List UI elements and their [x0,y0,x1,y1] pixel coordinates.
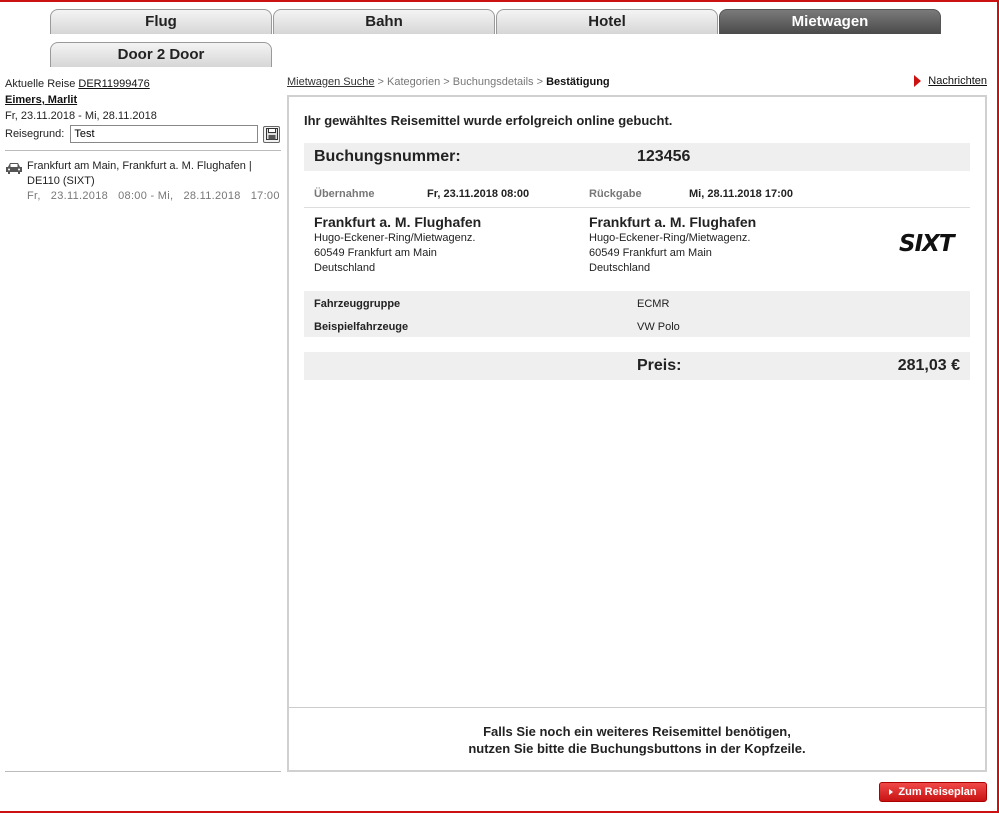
booking-number-row: Buchungsnummer: 123456 [304,143,970,171]
trip-sidebar: Aktuelle Reise DER11999476 Eimers, Marli… [5,76,281,204]
trip-item-title: Frankfurt am Main, Frankfurt a. M. Flugh… [27,160,252,172]
arrow-right-icon [914,75,922,87]
reason-row: Reisegrund: [5,125,281,143]
price-row: Preis: 281,03 € [304,352,970,380]
breadcrumb-current: Bestätigung [546,76,610,88]
top-accent-line [0,0,999,2]
return-label: Rückgabe [589,188,642,200]
example-vehicle-label: Beispielfahrzeuge [314,321,409,333]
tab-mietwagen[interactable]: Mietwagen [719,9,941,34]
return-time: Mi, 28.11.2018 17:00 [689,188,793,200]
price-value: 281,03 € [897,357,960,374]
example-vehicle-value: VW Polo [637,321,680,333]
price-label: Preis: [637,357,682,374]
confirmation-panel: Ihr gewähltes Reisemittel wurde erfolgre… [287,95,987,772]
pickup-location-country: Deutschland [314,262,376,274]
sidebar-divider [5,150,281,151]
footer-note-line-2: nutzen Sie bitte die Buchungsbuttons in … [468,741,806,756]
booking-number-value: 123456 [637,148,691,165]
vehicle-info: Fahrzeuggruppe ECMR Beispielfahrzeuge VW… [304,291,970,337]
footer-note-line-1: Falls Sie noch ein weiteres Reisemittel … [483,724,791,739]
floppy-disk-icon [265,128,278,140]
tab-bahn[interactable]: Bahn [273,9,495,34]
vehicle-group-value: ECMR [637,298,670,310]
panel-footer-divider [289,707,985,708]
tab-flug[interactable]: Flug [50,9,272,34]
news-link-row[interactable]: Nachrichten [914,75,987,87]
tab-hotel[interactable]: Hotel [496,9,718,34]
trip-item-code: DE110 (SIXT) [27,175,95,187]
current-trip-label: Aktuelle Reise [5,78,76,90]
breadcrumb-details: Buchungsdetails [452,76,534,88]
tab-door-2-door[interactable]: Door 2 Door [50,42,272,67]
arrow-right-icon [889,789,894,795]
traveler-name-link[interactable]: Eimers, Marlit [5,94,77,106]
footer-note: Falls Sie noch ein weiteres Reisemittel … [289,723,985,757]
return-location-country: Deutschland [589,262,651,274]
news-link[interactable]: Nachrichten [928,75,987,87]
return-location-street: Hugo-Eckener-Ring/Mietwagenz. [589,232,751,244]
reason-label: Reisegrund: [5,128,65,140]
success-message: Ihr gewähltes Reisemittel wurde erfolgre… [304,113,673,128]
pickup-location-street: Hugo-Eckener-Ring/Mietwagenz. [314,232,476,244]
pickup-return-times: Übernahme Fr, 23.11.2018 08:00 Rückgabe … [304,182,970,208]
breadcrumb: Mietwagen Suche > Kategorien > Buchungsd… [287,76,610,88]
to-itinerary-label: Zum Reiseplan [898,786,977,798]
car-icon [6,163,22,174]
pickup-label: Übernahme [314,188,375,200]
return-location-name: Frankfurt a. M. Flughafen [589,214,757,230]
vehicle-group-label: Fahrzeuggruppe [314,298,401,310]
reason-input[interactable] [70,125,259,143]
trip-item[interactable]: Frankfurt am Main, Frankfurt a. M. Flugh… [5,159,281,204]
sixt-logo: SIXT [899,231,955,257]
current-trip-link[interactable]: DER11999476 [78,78,149,90]
sidebar-bottom-divider [5,771,281,772]
pickup-location-name: Frankfurt a. M. Flughafen [314,214,482,230]
pickup-location-city: 60549 Frankfurt am Main [314,247,437,259]
pickup-location: Frankfurt a. M. Flughafen Hugo-Eckener-R… [314,213,481,276]
trip-dates: Fr, 23.11.2018 - Mi, 28.11.2018 [5,110,157,122]
trip-item-dates: Fr, 23.11.2018 08:00 - Mi, 28.11.2018 17… [27,190,280,202]
pickup-time: Fr, 23.11.2018 08:00 [427,188,530,200]
to-itinerary-button[interactable]: Zum Reiseplan [879,782,987,802]
return-location-city: 60549 Frankfurt am Main [589,247,712,259]
save-reason-button[interactable] [263,125,281,143]
breadcrumb-categories: Kategorien [387,76,441,88]
booking-number-label: Buchungsnummer: [314,148,461,165]
return-location: Frankfurt a. M. Flughafen Hugo-Eckener-R… [589,213,756,276]
current-trip-row: Aktuelle Reise DER11999476 [5,76,281,92]
breadcrumb-search-link[interactable]: Mietwagen Suche [287,76,374,88]
